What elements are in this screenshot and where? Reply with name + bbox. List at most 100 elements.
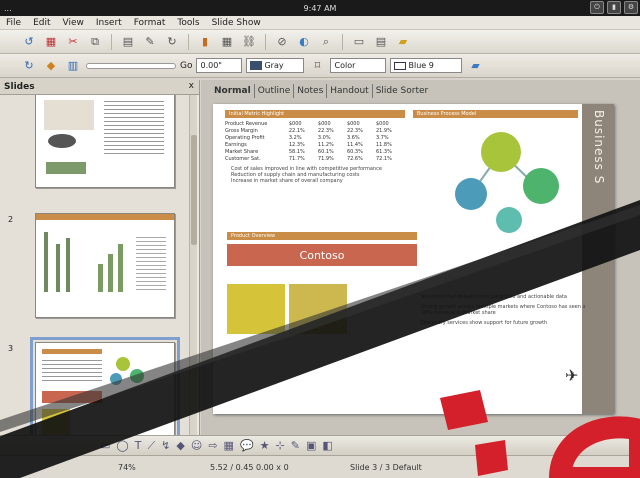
text-icon[interactable]: T — [135, 439, 142, 452]
copy-icon[interactable]: ⧉ — [86, 33, 104, 51]
crop-icon[interactable]: ⌑ — [308, 57, 326, 75]
tab-outline[interactable]: Outline — [253, 84, 294, 98]
tab-handout[interactable]: Handout — [326, 84, 371, 98]
navigator-icon[interactable]: ⊘ — [273, 33, 291, 51]
settings-icon[interactable]: ⚙ — [624, 1, 638, 14]
line-color-value: Blue 9 — [408, 61, 434, 70]
menu-slide-show[interactable]: Slide Show — [206, 18, 267, 28]
slides-list: 1 2 3 — [0, 95, 190, 435]
color-mode-select[interactable]: Gray — [246, 58, 305, 73]
image-icon[interactable]: ▣ — [306, 439, 316, 452]
insert-chart-icon[interactable]: ▮ — [196, 33, 214, 51]
folder-icon[interactable]: ▰ — [394, 33, 412, 51]
menu-format[interactable]: Format — [128, 18, 172, 28]
cut-icon[interactable]: ✂ — [64, 33, 82, 51]
menu-file[interactable]: File — [0, 18, 27, 28]
zoom-field[interactable]: 0.00" — [196, 58, 243, 73]
table-icon[interactable]: ▦ — [218, 33, 236, 51]
power-icon[interactable]: ⏻ — [590, 1, 604, 14]
find-icon[interactable]: ⌕ — [317, 33, 335, 51]
slide-canvas[interactable]: Business S Initial Metric Highlight Busi… — [213, 104, 614, 414]
color-mode-swatch-icon — [250, 61, 263, 70]
slide-side-band: Business S — [582, 104, 614, 414]
points-icon[interactable]: ⊹ — [276, 439, 285, 452]
refresh-icon[interactable]: ↻ — [20, 57, 38, 75]
slide-indicator: Slide 3 / 3 Default — [350, 463, 422, 472]
table-row: Customer Sat. 71.7% 71.9% 72.6% 72.1% — [225, 155, 392, 162]
zoom-level[interactable]: 74% — [118, 463, 136, 472]
cursor-position: 5.52 / 0.45 0.00 x 0 — [210, 463, 289, 472]
status-bar: 74% 5.52 / 0.45 0.00 x 0 Slide 3 / 3 Def… — [0, 455, 640, 478]
editing-area: Normal Outline Notes Handout Slide Sorte… — [201, 80, 640, 435]
table-header: Initial Metric Highlight — [225, 110, 405, 118]
paste-icon[interactable]: ▤ — [119, 33, 137, 51]
process-circle — [496, 207, 522, 233]
battery-icon[interactable]: ▮ — [607, 1, 621, 14]
product-tile — [289, 284, 347, 334]
drawing-toolbar: ▭ ◯ T ⟋ ↯ ◆ ☺ ⇨ ▦ 💬 ★ ⊹ ✎ ▣ ◧ — [0, 435, 640, 455]
close-icon[interactable]: x — [189, 81, 194, 91]
block-arrows-icon[interactable]: ⇨ — [208, 439, 217, 452]
line-icon[interactable]: ⟋ — [147, 439, 155, 453]
paragraph: Solutions that deliver more predictive a… — [421, 294, 567, 300]
process-circle — [455, 178, 487, 210]
slide-thumbnail[interactable]: 1 — [35, 95, 175, 188]
clock: 9:47 AM — [303, 3, 337, 13]
slides-scrollbar[interactable] — [189, 95, 197, 435]
scrollbar-thumb[interactable] — [191, 135, 197, 245]
standard-toolbar: ↺ ▦ ✂ ⧉ ▤ ✎ ↻ ▮ ▦ ⛓ ⊘ ◐ ⌕ ▭ ▤ ▰ — [0, 30, 640, 54]
menu-tools[interactable]: Tools — [171, 18, 205, 28]
menu-edit[interactable]: Edit — [27, 18, 56, 28]
line-color-select[interactable]: Blue 9 — [390, 58, 463, 73]
slide-3-preview[interactable] — [30, 337, 180, 435]
slides-pane-title: Slides — [0, 80, 199, 95]
tab-normal[interactable]: Normal — [211, 84, 254, 98]
line-color-swatch-icon — [394, 61, 407, 70]
flowchart-icon[interactable]: ▦ — [224, 439, 234, 452]
product-tile — [227, 284, 285, 334]
slide-2-preview[interactable] — [35, 213, 175, 318]
display-icon[interactable]: ▭ — [350, 33, 368, 51]
shadow-icon[interactable]: ▰ — [466, 57, 484, 75]
gallery-icon[interactable]: ◐ — [295, 33, 313, 51]
bird-logo-icon: ✈ — [565, 366, 579, 385]
slide-number: 2 — [8, 215, 14, 224]
zoom-go-label[interactable]: Go — [180, 61, 192, 71]
paragraph: Discovery services show support for futu… — [421, 320, 548, 326]
menu-view[interactable]: View — [57, 18, 90, 28]
view-tabs: Normal Outline Notes Handout Slide Sorte… — [211, 84, 431, 98]
slide-layout-icon[interactable]: ▤ — [372, 33, 390, 51]
rectangle-icon[interactable]: ▭ — [100, 439, 110, 452]
color-select[interactable]: Color — [330, 58, 387, 73]
extrusion-icon[interactable]: ◧ — [322, 439, 332, 452]
status-icons: ⏻ ▮ ⚙ — [590, 1, 638, 14]
symbol-shapes-icon[interactable]: ☺ — [191, 439, 202, 452]
slide-1-preview[interactable] — [35, 95, 175, 188]
separator — [342, 33, 343, 50]
undo-icon[interactable]: ↺ — [20, 33, 38, 51]
list-item: Increase in market share of overall comp… — [231, 178, 343, 184]
chart-icon[interactable]: ▦ — [42, 33, 60, 51]
slide-vertical-title: Business S — [592, 110, 606, 185]
image-mode-icon[interactable]: ▥ — [64, 57, 82, 75]
tab-notes[interactable]: Notes — [293, 84, 326, 98]
transparency-slider[interactable] — [86, 62, 176, 69]
hyperlink-icon[interactable]: ⛓ — [240, 33, 258, 51]
callouts-icon[interactable]: 💬 — [240, 439, 254, 452]
basic-shapes-icon[interactable]: ◆ — [176, 439, 184, 452]
process-header: Business Process Model — [413, 110, 578, 118]
fontwork-icon[interactable]: ✎ — [291, 439, 300, 452]
slide-thumbnail[interactable]: 2 — [8, 213, 175, 318]
table-row: Product Revenue $000 $000 $000 $000 — [225, 120, 389, 127]
company-banner: Contoso — [227, 244, 417, 266]
slide-thumbnail[interactable]: 3 — [8, 337, 180, 435]
ellipse-icon[interactable]: ◯ — [116, 439, 128, 452]
format-paint-icon[interactable]: ✎ — [141, 33, 159, 51]
tab-slide-sorter[interactable]: Slide Sorter — [371, 84, 432, 98]
stars-icon[interactable]: ★ — [260, 439, 270, 452]
menu-insert[interactable]: Insert — [90, 18, 128, 28]
redo-icon[interactable]: ↻ — [163, 33, 181, 51]
connector-icon[interactable]: ↯ — [161, 439, 170, 452]
process-diagram — [455, 132, 559, 233]
filter-icon[interactable]: ◆ — [42, 57, 60, 75]
